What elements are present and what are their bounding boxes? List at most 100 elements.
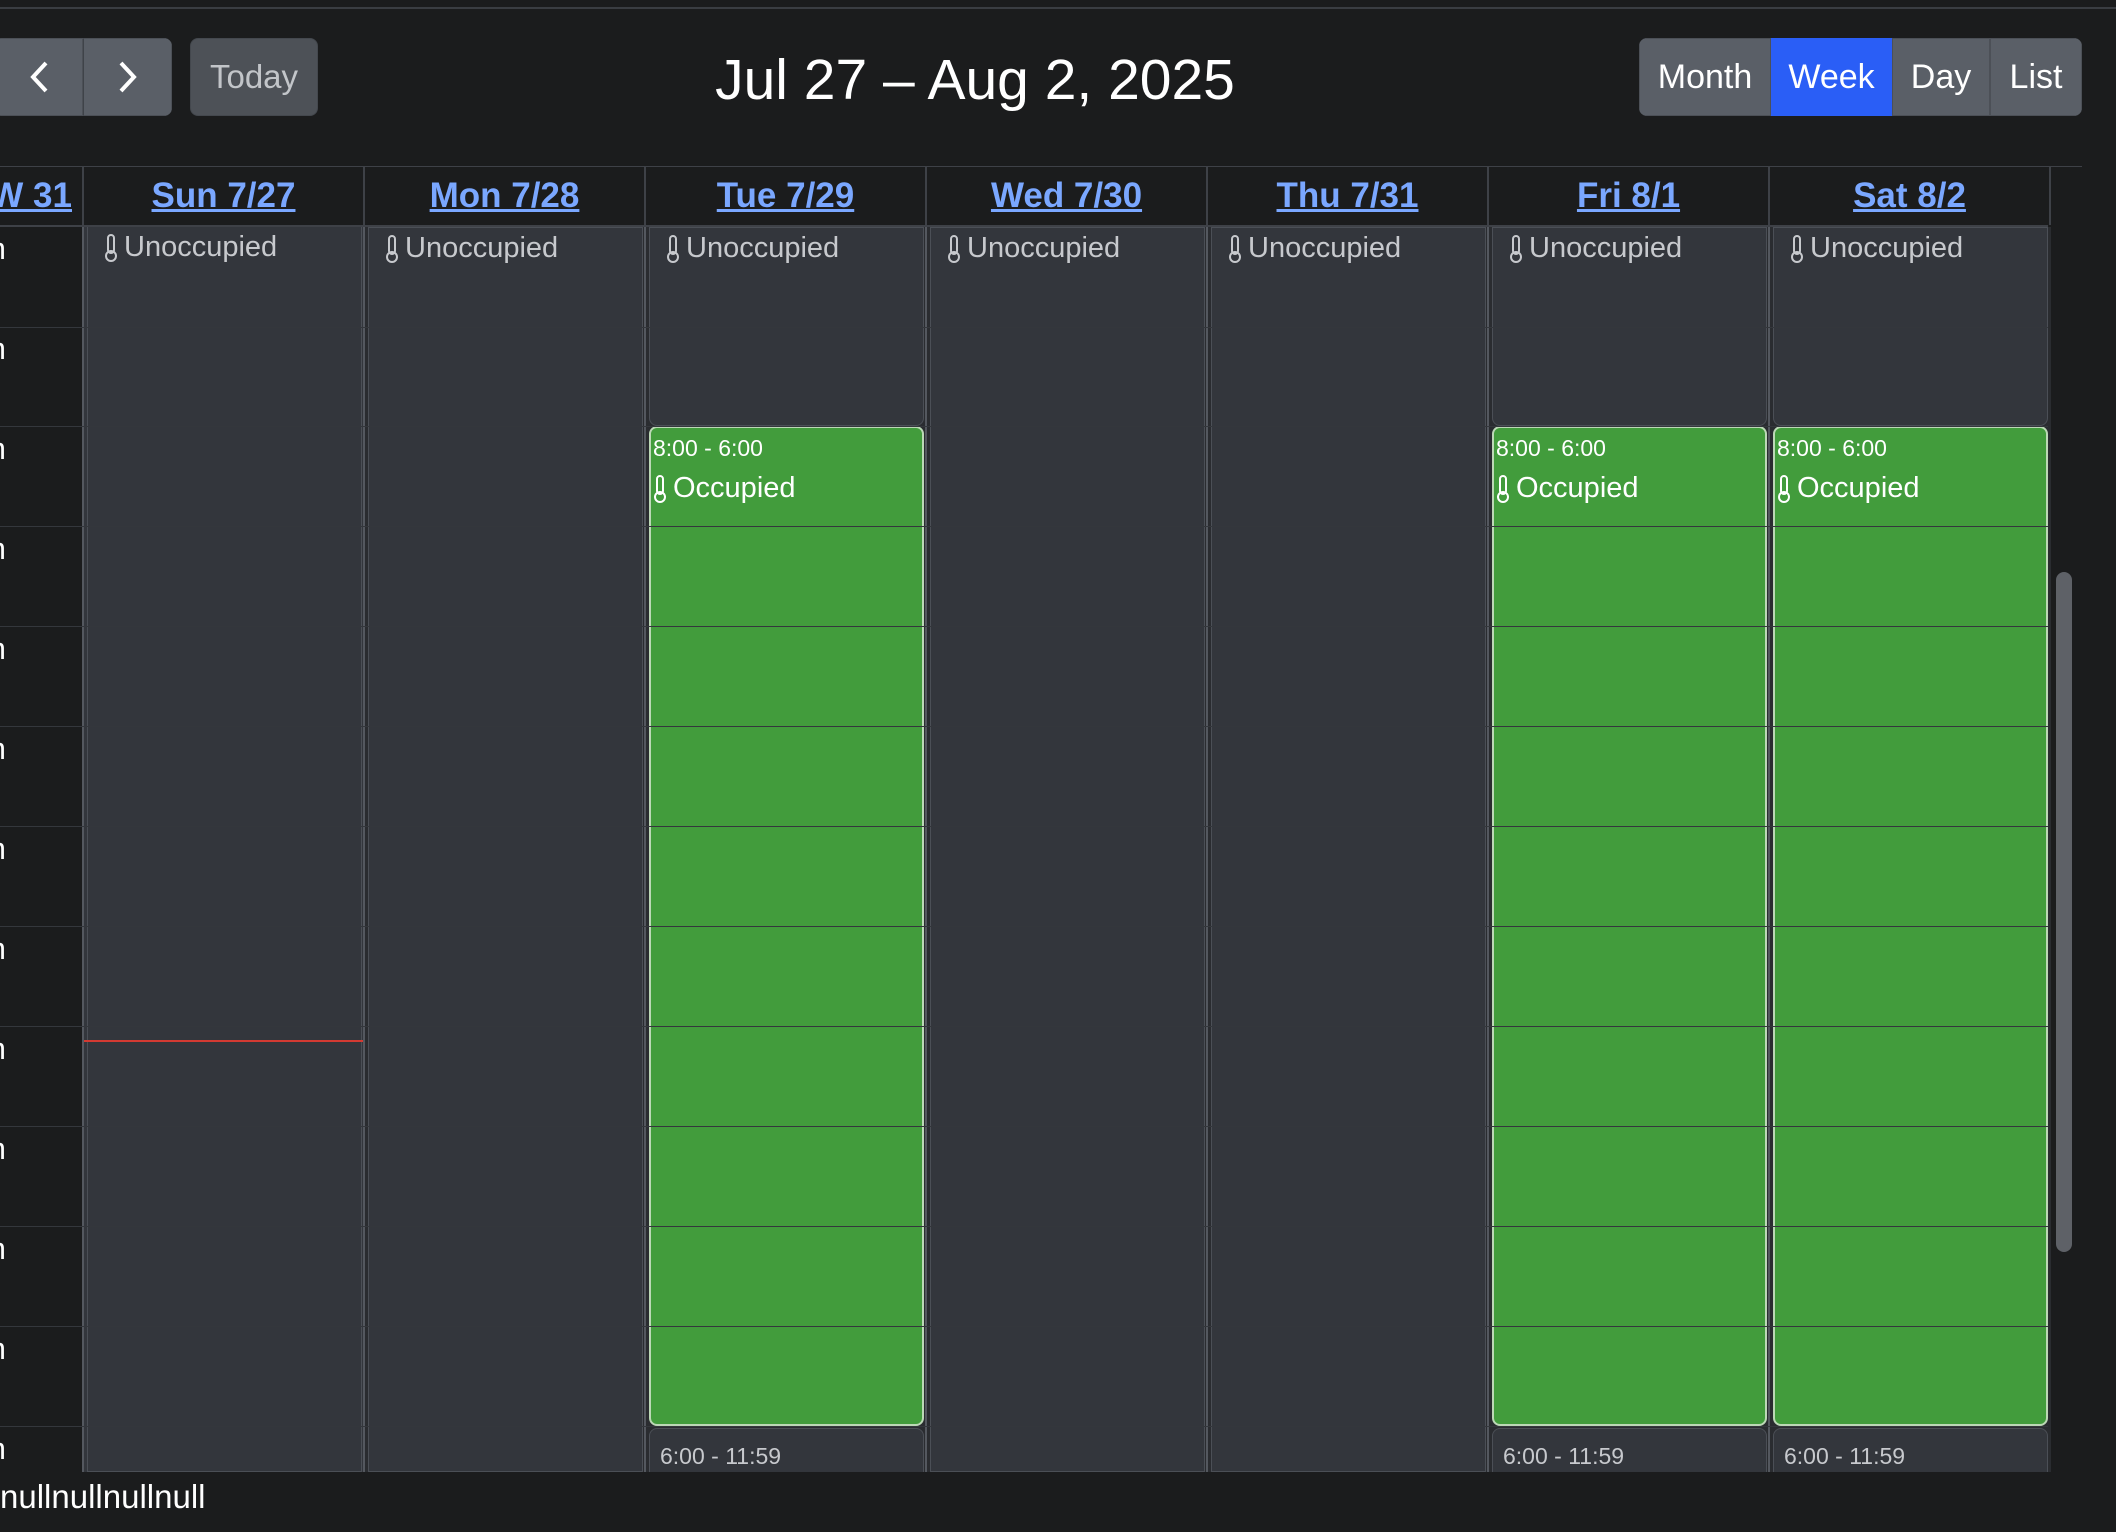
column-divider	[363, 227, 365, 1472]
event-time: 8:00 - 6:00	[1777, 435, 1887, 461]
view-switcher: Month Week Day List	[1639, 38, 2082, 116]
day-header-link[interactable]: Sun 7/27	[152, 176, 296, 216]
day-header-link[interactable]: Fri 8/1	[1577, 176, 1680, 216]
event-title: Occupied	[1797, 472, 1920, 504]
event-label: Occupied	[1777, 472, 1920, 505]
thermometer-icon	[1229, 234, 1241, 263]
footer-text: nullnullnullnull	[0, 1478, 206, 1515]
day-header-fri: Fri 8/1	[1489, 167, 1770, 225]
event-title: Unoccupied	[1248, 232, 1402, 264]
event-label: Unoccupied	[1790, 232, 1963, 265]
hour-line	[0, 426, 2048, 427]
day-column-sun[interactable]: Unoccupied	[84, 227, 365, 1472]
time-label: 8am	[0, 431, 6, 467]
chevron-left-icon	[29, 61, 47, 93]
event-label: Unoccupied	[104, 231, 277, 264]
calendar-title: Jul 27 – Aug 2, 2025	[715, 48, 1235, 112]
thermometer-icon	[1510, 234, 1522, 263]
time-label: 7am	[0, 331, 6, 367]
event-time: 6:00 - 11:59	[1503, 1443, 1625, 1469]
hour-line	[0, 926, 2048, 927]
nav-button-group	[0, 38, 172, 116]
event-label: Unoccupied	[385, 232, 558, 265]
event-time: 6:00 - 11:59	[1784, 1443, 1906, 1469]
day-header-row: W 31 Sun 7/27 Mon 7/28 Tue 7/29 Wed 7/30…	[0, 167, 2051, 227]
time-label: 1pm	[0, 931, 6, 967]
day-header-link[interactable]: Sat 8/2	[1853, 176, 1966, 216]
hour-line	[0, 327, 2048, 328]
thermometer-icon	[105, 233, 117, 262]
unoccupied-event[interactable]: Unoccupied	[87, 227, 362, 1472]
month-view-button[interactable]: Month	[1639, 38, 1771, 116]
time-label: 6pm	[0, 1431, 6, 1467]
unoccupied-event[interactable]: Unoccupied	[1211, 227, 1486, 1472]
week-view-button[interactable]: Week	[1771, 38, 1892, 116]
event-label: Unoccupied	[1228, 232, 1401, 265]
column-divider	[1487, 227, 1489, 1472]
evening-unoccupied-event[interactable]: 6:00 - 11:59	[1773, 1428, 2048, 1472]
time-label: 9am	[0, 531, 6, 567]
thermometer-icon	[1497, 474, 1509, 503]
hour-line	[0, 1126, 2048, 1127]
vertical-scrollbar[interactable]	[2056, 572, 2072, 1252]
event-label: Unoccupied	[1509, 232, 1682, 265]
event-time: 8:00 - 6:00	[1496, 435, 1606, 461]
hour-line	[0, 1426, 2048, 1427]
hour-line	[0, 1226, 2048, 1227]
event-title: Unoccupied	[124, 231, 278, 263]
list-view-button[interactable]: List	[1990, 38, 2082, 116]
hour-line	[0, 1026, 2048, 1027]
time-label: 10am	[0, 631, 6, 667]
event-title: Unoccupied	[967, 232, 1121, 264]
evening-unoccupied-event[interactable]: 6:00 - 11:59	[1492, 1428, 1767, 1472]
unoccupied-event[interactable]: Unoccupied	[368, 227, 643, 1472]
hour-line	[0, 526, 2048, 527]
time-label: 6am	[0, 231, 6, 267]
day-header-link[interactable]: Tue 7/29	[717, 176, 854, 216]
time-label: 4pm	[0, 1231, 6, 1267]
day-column-mon[interactable]: Unoccupied	[365, 227, 646, 1472]
day-column-fri[interactable]: Unoccupied 8:00 - 6:00 Occupied 6:00 - 1…	[1489, 227, 1770, 1472]
day-column-wed[interactable]: Unoccupied	[927, 227, 1208, 1472]
day-view-button[interactable]: Day	[1892, 38, 1990, 116]
day-header-sat: Sat 8/2	[1770, 167, 2051, 225]
column-divider	[82, 227, 84, 1472]
day-header-link[interactable]: Thu 7/31	[1277, 176, 1419, 216]
thermometer-icon	[948, 234, 960, 263]
day-column-thu[interactable]: Unoccupied	[1208, 227, 1489, 1472]
day-header-tue: Tue 7/29	[646, 167, 927, 225]
time-label: 12pm	[0, 831, 6, 867]
event-time: 8:00 - 6:00	[653, 435, 763, 461]
day-header-link[interactable]: Mon 7/28	[430, 176, 580, 216]
time-label: 5pm	[0, 1331, 6, 1367]
event-title: Unoccupied	[1810, 232, 1964, 264]
day-column-tue[interactable]: Unoccupied 8:00 - 6:00 Occupied 6:00 - 1…	[646, 227, 927, 1472]
hour-line	[0, 626, 2048, 627]
evening-unoccupied-event[interactable]: 6:00 - 11:59	[649, 1428, 924, 1472]
event-title: Unoccupied	[405, 232, 559, 264]
event-title: Occupied	[673, 472, 796, 504]
day-header-thu: Thu 7/31	[1208, 167, 1489, 225]
thermometer-icon	[386, 234, 398, 263]
day-column-sat[interactable]: Unoccupied 8:00 - 6:00 Occupied 6:00 - 1…	[1770, 227, 2051, 1472]
unoccupied-event[interactable]: Unoccupied	[930, 227, 1205, 1472]
day-header-link[interactable]: Wed 7/30	[991, 176, 1142, 216]
chevron-right-icon	[119, 61, 137, 93]
event-title: Occupied	[1516, 472, 1639, 504]
day-header-mon: Mon 7/28	[365, 167, 646, 225]
column-divider	[1206, 227, 1208, 1472]
top-border	[0, 0, 2116, 9]
event-title: Unoccupied	[686, 232, 840, 264]
thermometer-icon	[1791, 234, 1803, 263]
next-button[interactable]	[83, 38, 172, 116]
time-label: 3pm	[0, 1131, 6, 1167]
event-label: Occupied	[653, 472, 796, 505]
time-label: 11am	[0, 731, 6, 767]
week-number-link[interactable]: W 31	[0, 176, 72, 216]
time-grid: Unoccupied Unoccupied Unoccupied 8:00 - …	[0, 227, 2051, 1472]
week-calendar: W 31 Sun 7/27 Mon 7/28 Tue 7/29 Wed 7/30…	[0, 166, 2082, 1472]
thermometer-icon	[1778, 474, 1790, 503]
prev-button[interactable]	[0, 38, 83, 116]
day-header-sun: Sun 7/27	[84, 167, 365, 225]
today-button[interactable]: Today	[190, 38, 318, 116]
